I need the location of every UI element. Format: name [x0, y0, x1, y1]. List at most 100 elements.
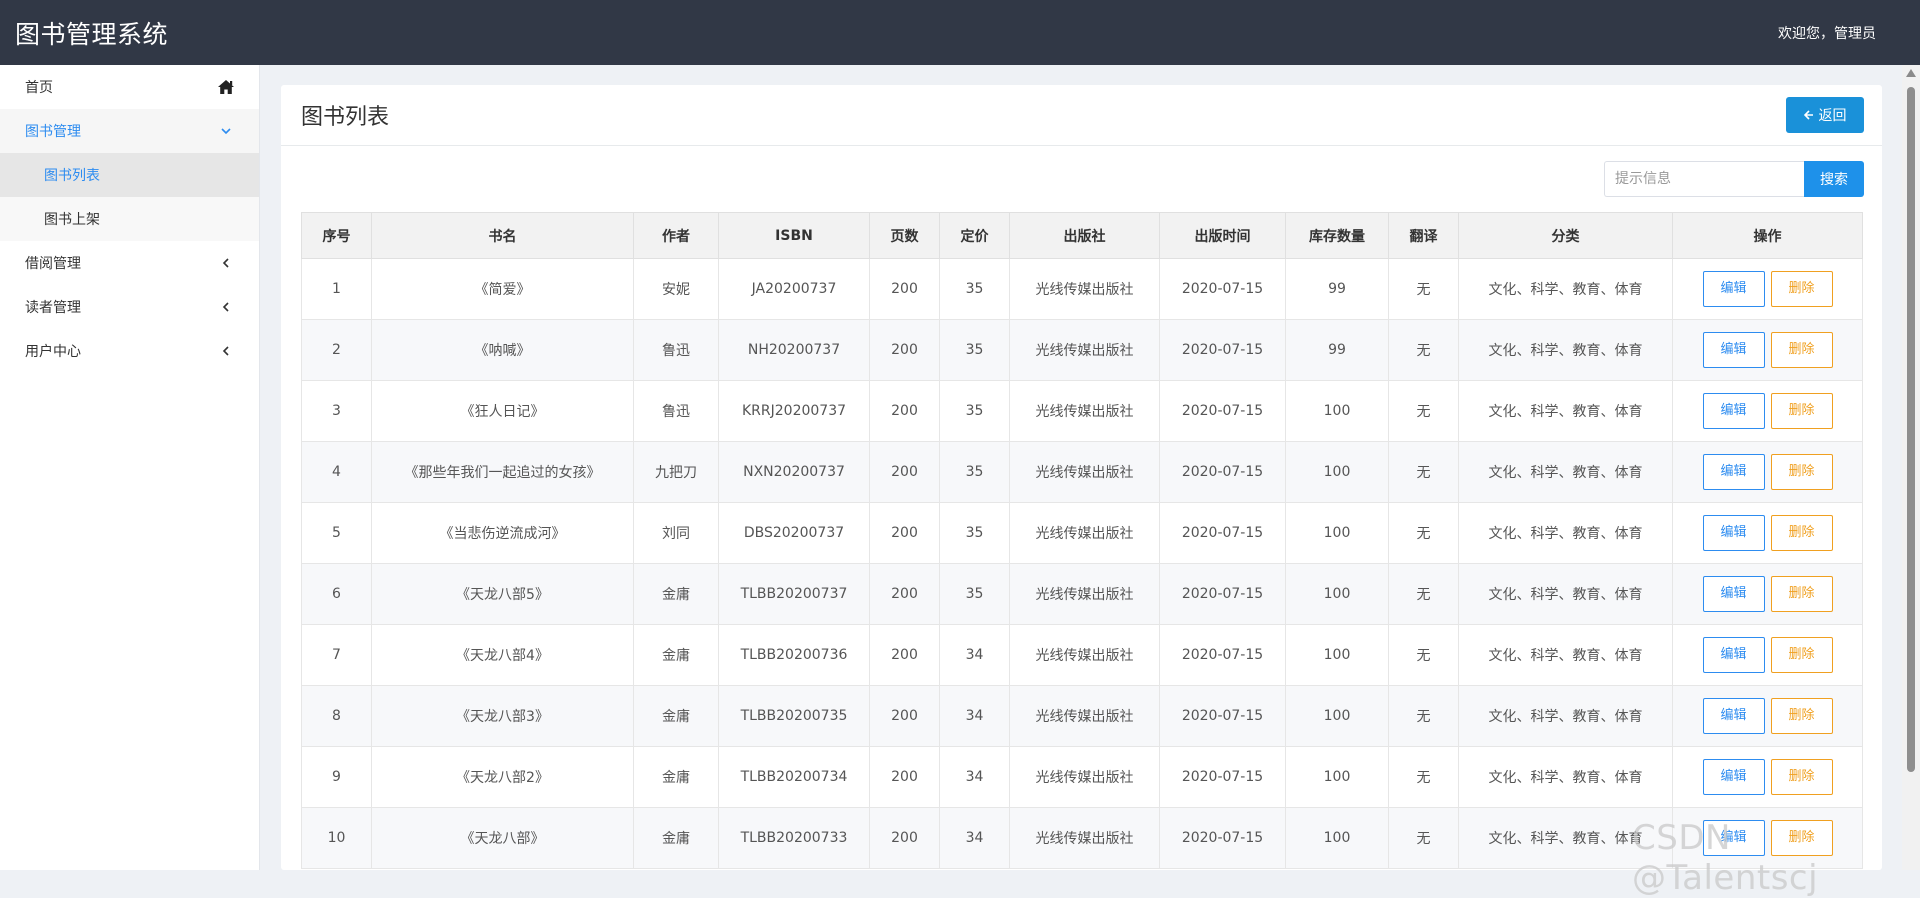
delete-button[interactable]: 删除 [1770, 332, 1833, 368]
table-cell: 100 [1285, 807, 1389, 869]
table-cell: 34 [939, 807, 1010, 869]
sidebar-item-book-management[interactable]: 图书管理 [0, 109, 259, 153]
actions-cell: 编辑 删除 [1672, 502, 1863, 564]
edit-button[interactable]: 编辑 [1702, 820, 1765, 856]
table-cell: 2020-07-15 [1159, 807, 1286, 869]
table-cell: 35 [939, 563, 1010, 625]
delete-button[interactable]: 删除 [1770, 515, 1833, 551]
sidebar-item-book-shelving[interactable]: 图书上架 [0, 197, 259, 241]
table-cell: 文化、科学、教育、体育 [1458, 258, 1673, 320]
column-header: 序号 [301, 212, 372, 259]
edit-button[interactable]: 编辑 [1702, 637, 1765, 673]
table-cell: 无 [1388, 746, 1459, 808]
sidebar-item-borrow-management[interactable]: 借阅管理 [0, 241, 259, 285]
panel-header: 图书列表 返回 [281, 85, 1882, 146]
column-header: 出版社 [1009, 212, 1160, 259]
scroll-up-arrow-icon[interactable] [1906, 69, 1916, 77]
table-cell: 100 [1285, 441, 1389, 503]
table-cell: 无 [1388, 380, 1459, 442]
sidebar-item-label: 用户中心 [25, 344, 81, 360]
welcome-text: 欢迎您，管理员 [1778, 25, 1876, 42]
delete-button[interactable]: 删除 [1770, 637, 1833, 673]
table-cell: 文化、科学、教育、体育 [1458, 807, 1673, 869]
table-cell: 无 [1388, 319, 1459, 381]
delete-button[interactable]: 删除 [1770, 271, 1833, 307]
table-cell: 《天龙八部3》 [371, 685, 634, 747]
edit-button[interactable]: 编辑 [1702, 271, 1765, 307]
table-cell: 35 [939, 380, 1010, 442]
vertical-scrollbar[interactable] [1902, 65, 1920, 870]
table-cell: 无 [1388, 502, 1459, 564]
table-cell: 光线传媒出版社 [1009, 624, 1160, 686]
table-row: 6 《天龙八部5》 金庸 TLBB20200737 200 35 光线传媒出版社 2020-0… [301, 563, 1863, 625]
column-header: ISBN [718, 212, 870, 259]
table-cell: 光线传媒出版社 [1009, 441, 1160, 503]
search-input[interactable] [1604, 161, 1804, 197]
table-cell: 《天龙八部》 [371, 807, 634, 869]
delete-button[interactable]: 删除 [1770, 454, 1833, 490]
delete-button[interactable]: 删除 [1770, 820, 1833, 856]
table-cell: TLBB20200734 [718, 746, 870, 808]
table-cell: 99 [1285, 258, 1389, 320]
actions-cell: 编辑 删除 [1672, 624, 1863, 686]
delete-button[interactable]: 删除 [1770, 698, 1833, 734]
table-cell: 100 [1285, 380, 1389, 442]
table-cell: 无 [1388, 258, 1459, 320]
table-cell: 200 [869, 258, 940, 320]
actions-cell: 编辑 删除 [1672, 685, 1863, 747]
table-cell: 8 [301, 685, 372, 747]
edit-button[interactable]: 编辑 [1702, 576, 1765, 612]
table-cell: 九把刀 [633, 441, 719, 503]
edit-button[interactable]: 编辑 [1702, 698, 1765, 734]
delete-button[interactable]: 删除 [1770, 759, 1833, 795]
edit-button[interactable]: 编辑 [1702, 332, 1765, 368]
table-cell: 文化、科学、教育、体育 [1458, 380, 1673, 442]
page-title: 图书列表 [301, 105, 390, 130]
table-cell: 4 [301, 441, 372, 503]
edit-button[interactable]: 编辑 [1702, 393, 1765, 429]
sidebar-item-user-center[interactable]: 用户中心 [0, 329, 259, 373]
table-cell: 9 [301, 746, 372, 808]
home-icon [217, 78, 235, 96]
sidebar-item-book-list[interactable]: 图书列表 [0, 153, 259, 197]
edit-button[interactable]: 编辑 [1702, 454, 1765, 490]
delete-button[interactable]: 删除 [1770, 393, 1833, 429]
table-cell: 刘同 [633, 502, 719, 564]
table-cell: NH20200737 [718, 319, 870, 381]
edit-button[interactable]: 编辑 [1702, 759, 1765, 795]
table-cell: 100 [1285, 563, 1389, 625]
table-cell: 200 [869, 563, 940, 625]
sidebar: 首页 图书管理 图书列表 图书上架 借阅管理 读者管理 用户中心 [0, 65, 260, 870]
table-cell: 35 [939, 319, 1010, 381]
table-row: 8 《天龙八部3》 金庸 TLBB20200735 200 34 光线传媒出版社 2020-0… [301, 685, 1863, 747]
column-header: 出版时间 [1159, 212, 1286, 259]
table-cell: 文化、科学、教育、体育 [1458, 563, 1673, 625]
sidebar-item-reader-management[interactable]: 读者管理 [0, 285, 259, 329]
table-cell: 2020-07-15 [1159, 380, 1286, 442]
edit-button[interactable]: 编辑 [1702, 515, 1765, 551]
scrollbar-thumb[interactable] [1907, 87, 1915, 772]
delete-button[interactable]: 删除 [1770, 576, 1833, 612]
back-button[interactable]: 返回 [1786, 97, 1864, 133]
table-cell: 《天龙八部4》 [371, 624, 634, 686]
column-header: 翻译 [1388, 212, 1459, 259]
table-cell: 3 [301, 380, 372, 442]
table-cell: 安妮 [633, 258, 719, 320]
table-cell: 《当悲伤逆流成河》 [371, 502, 634, 564]
actions-cell: 编辑 删除 [1672, 441, 1863, 503]
table-cell: 金庸 [633, 685, 719, 747]
table-cell: 光线传媒出版社 [1009, 258, 1160, 320]
search-button[interactable]: 搜索 [1804, 161, 1864, 197]
table-cell: 《呐喊》 [371, 319, 634, 381]
table-cell: 200 [869, 441, 940, 503]
table-cell: 2 [301, 319, 372, 381]
sidebar-item-home[interactable]: 首页 [0, 65, 259, 109]
column-header: 页数 [869, 212, 940, 259]
table-cell: DBS20200737 [718, 502, 870, 564]
table-row: 9 《天龙八部2》 金庸 TLBB20200734 200 34 光线传媒出版社 2020-0… [301, 746, 1863, 808]
table-cell: 100 [1285, 685, 1389, 747]
chevron-left-icon [217, 298, 235, 316]
table-cell: 无 [1388, 807, 1459, 869]
table-cell: 100 [1285, 746, 1389, 808]
actions-cell: 编辑 删除 [1672, 807, 1863, 869]
